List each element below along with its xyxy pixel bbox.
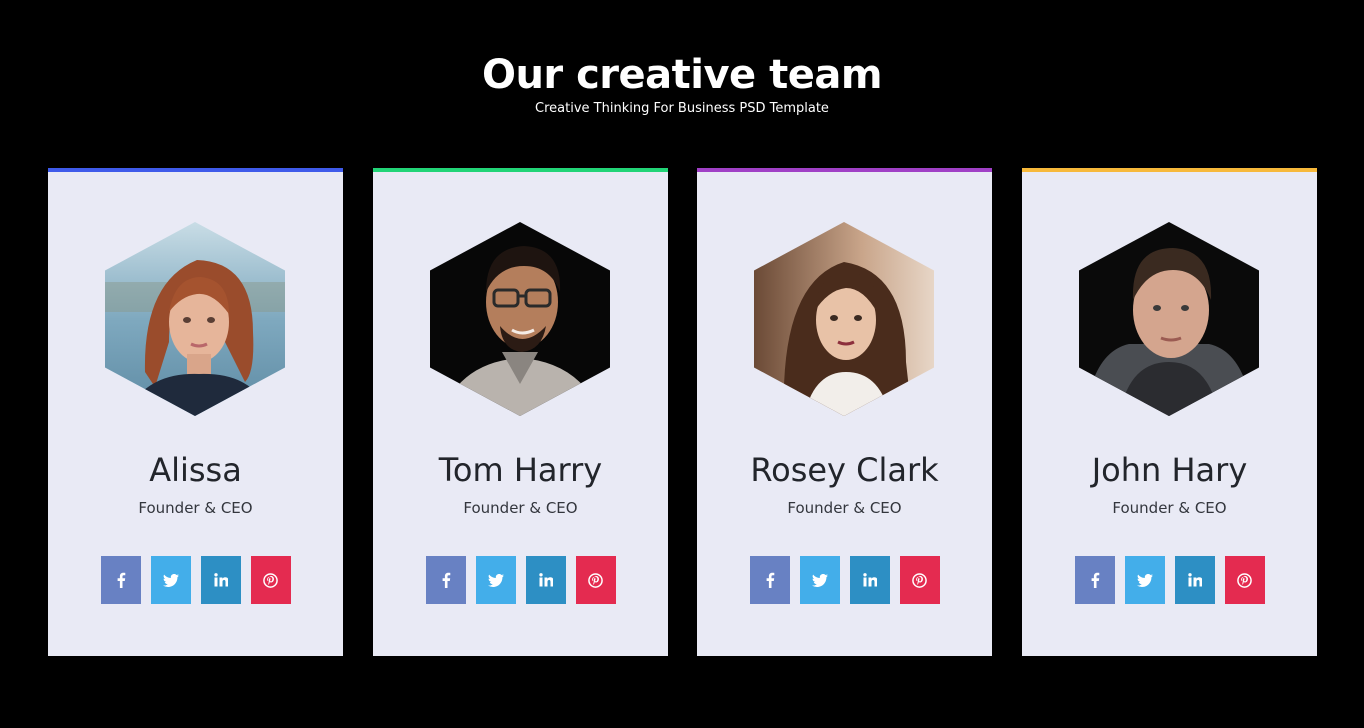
twitter-icon[interactable] xyxy=(475,556,516,604)
member-photo xyxy=(1079,222,1259,416)
pinterest-icon[interactable] xyxy=(1224,556,1265,604)
card-accent-bar xyxy=(1022,168,1317,172)
member-role: Founder & CEO xyxy=(138,499,253,517)
team-card: Tom Harry Founder & CEO xyxy=(373,168,668,656)
team-card: John Hary Founder & CEO xyxy=(1022,168,1317,656)
member-name: Alissa xyxy=(149,451,242,489)
member-photo xyxy=(754,222,934,416)
social-links xyxy=(697,556,992,604)
pinterest-icon[interactable] xyxy=(575,556,616,604)
pinterest-icon[interactable] xyxy=(250,556,291,604)
card-accent-bar xyxy=(48,168,343,172)
member-role: Founder & CEO xyxy=(787,499,902,517)
card-accent-bar xyxy=(373,168,668,172)
team-card: Alissa Founder & CEO xyxy=(48,168,343,656)
section-title: Our creative team xyxy=(481,52,883,98)
twitter-icon[interactable] xyxy=(150,556,191,604)
section-subtitle: Creative Thinking For Business PSD Templ… xyxy=(535,101,829,116)
member-role: Founder & CEO xyxy=(463,499,578,517)
pinterest-icon[interactable] xyxy=(899,556,940,604)
team-card: Rosey Clark Founder & CEO xyxy=(697,168,992,656)
facebook-icon[interactable] xyxy=(1074,556,1115,604)
member-photo xyxy=(430,222,610,416)
member-photo xyxy=(105,222,285,416)
linkedin-icon[interactable] xyxy=(1174,556,1215,604)
social-links xyxy=(1022,556,1317,604)
facebook-icon[interactable] xyxy=(749,556,790,604)
card-accent-bar xyxy=(697,168,992,172)
member-name: Rosey Clark xyxy=(750,451,939,489)
facebook-icon[interactable] xyxy=(425,556,466,604)
member-name: John Hary xyxy=(1091,451,1248,489)
twitter-icon[interactable] xyxy=(1124,556,1165,604)
facebook-icon[interactable] xyxy=(100,556,141,604)
twitter-icon[interactable] xyxy=(799,556,840,604)
linkedin-icon[interactable] xyxy=(200,556,241,604)
member-role: Founder & CEO xyxy=(1112,499,1227,517)
team-section: Our creative team Creative Thinking For … xyxy=(0,0,1364,728)
social-links xyxy=(48,556,343,604)
social-links xyxy=(373,556,668,604)
linkedin-icon[interactable] xyxy=(525,556,566,604)
member-name: Tom Harry xyxy=(438,451,603,489)
linkedin-icon[interactable] xyxy=(849,556,890,604)
